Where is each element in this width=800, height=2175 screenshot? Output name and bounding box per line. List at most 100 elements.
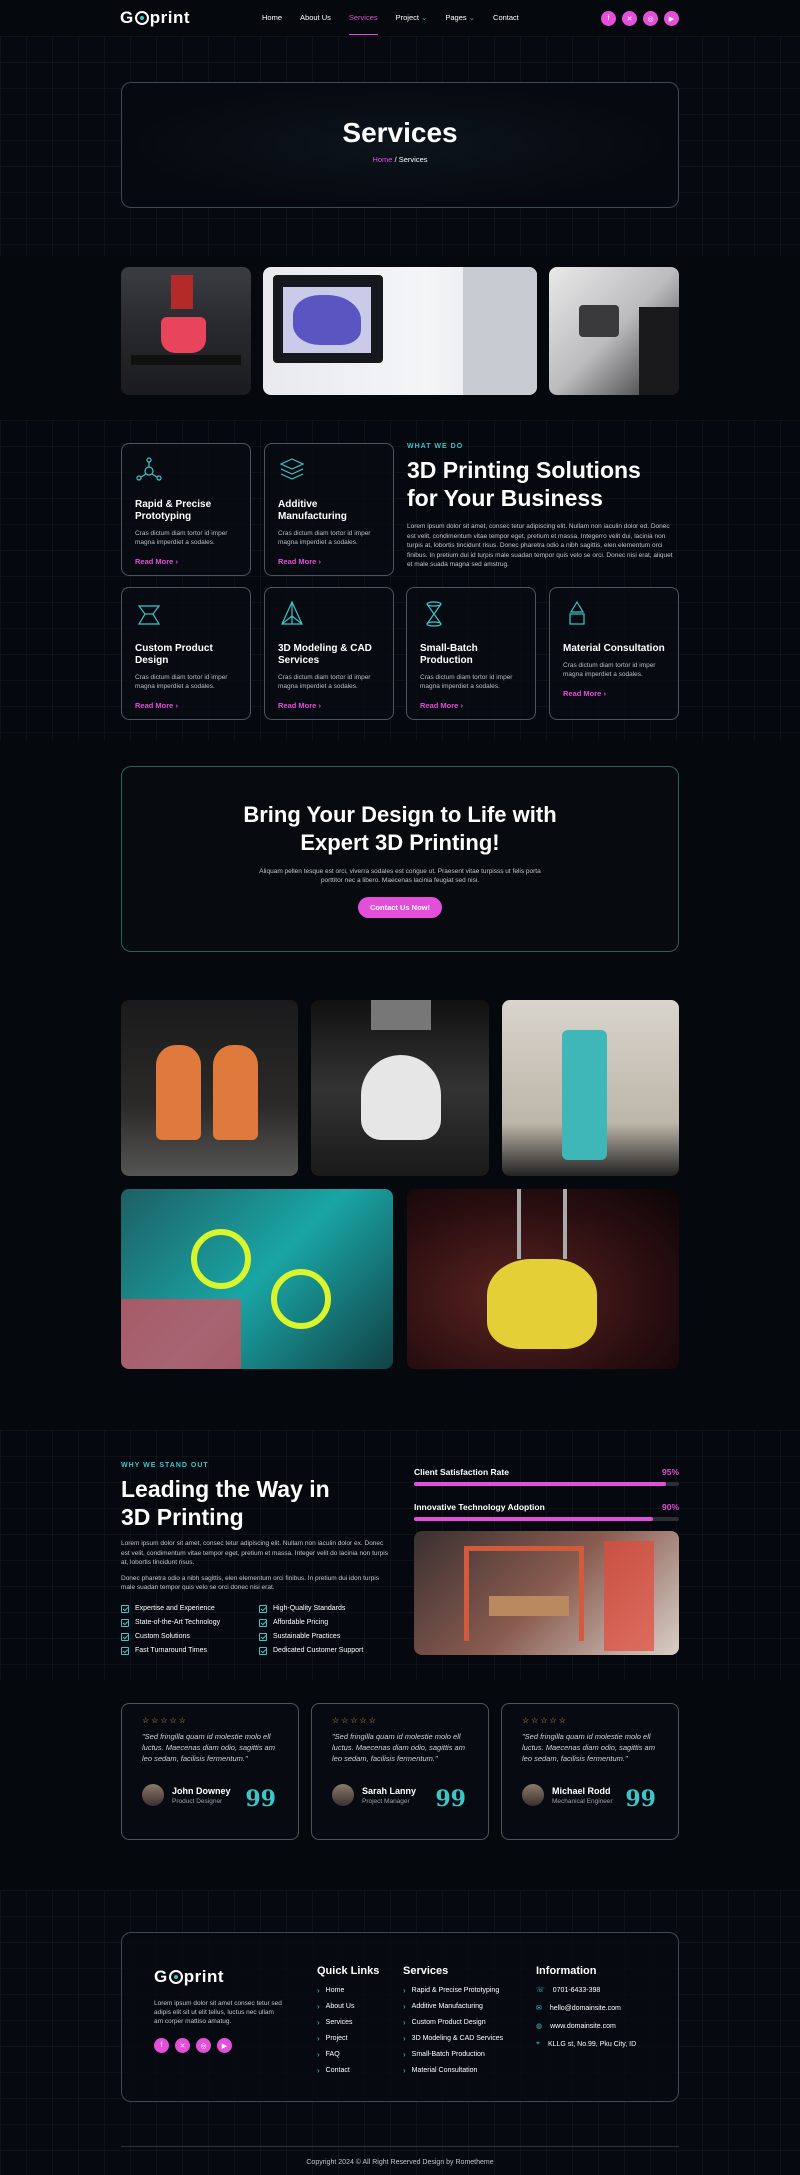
contact-us-button[interactable]: Contact Us Now!: [358, 897, 442, 918]
service-card-material[interactable]: Material Consultation Cras dictum diam t…: [549, 587, 679, 720]
footer-link[interactable]: Home: [317, 1986, 379, 1995]
nav-about[interactable]: About Us: [300, 13, 331, 35]
nav-services[interactable]: Services: [348, 13, 378, 35]
nav-home[interactable]: Home: [262, 13, 282, 35]
gallery-vase-image[interactable]: [502, 1000, 679, 1176]
rating-stars-icon: ☆☆☆☆☆: [332, 1716, 378, 1725]
title-line: Expert 3D Printing!: [300, 830, 500, 855]
nav-project[interactable]: Project ⌄: [396, 13, 428, 35]
service-card-prototyping[interactable]: Rapid & Precise Prototyping Cras dictum …: [121, 443, 251, 576]
email-text: hello@domainsite.com: [549, 2004, 621, 2012]
breadcrumb: Home / Services: [122, 155, 678, 164]
body-line: Aliquam pellen tesque est orci, viverra …: [259, 868, 541, 875]
feature-item: Dedicated Customer Support: [259, 1646, 364, 1655]
info-email[interactable]: ✉ hello@domainsite.com: [536, 2004, 636, 2013]
footer-link[interactable]: Contact: [317, 2066, 379, 2075]
feature-item: Sustainable Practices: [259, 1632, 363, 1641]
facebook-icon[interactable]: f: [154, 2038, 169, 2053]
info-website[interactable]: ◍ www.domainsite.com: [536, 2022, 636, 2031]
cube-outline-icon: [137, 605, 161, 625]
nav-pages-label: Pages: [445, 13, 467, 22]
testimonial-quote: "Sed fringilla quam id molestie molo ell…: [332, 1732, 465, 1763]
youtube-icon[interactable]: ▶: [664, 11, 679, 26]
footer-link[interactable]: Additive Manufacturing: [403, 2002, 503, 2011]
feature-label: Custom Solutions: [135, 1633, 190, 1640]
footer-link[interactable]: Custom Product Design: [403, 2018, 503, 2027]
nav-contact[interactable]: Contact: [493, 13, 519, 35]
gallery-yellow-print-image[interactable]: [407, 1189, 679, 1369]
footer-link[interactable]: Material Consultation: [403, 2066, 503, 2075]
read-more-label: Read More: [420, 701, 459, 710]
read-more-label: Read More: [563, 689, 602, 698]
service-card-additive[interactable]: Additive Manufacturing Cras dictum diam …: [264, 443, 394, 576]
service-desc: Cras dictum diam tortor id imper magna i…: [135, 674, 228, 690]
gallery-skull-image[interactable]: [311, 1000, 489, 1176]
main-nav: Home About Us Services Project ⌄ Pages ⌄…: [262, 13, 537, 35]
footer-logo[interactable]: G print: [154, 1967, 284, 1987]
footer-link[interactable]: About Us: [317, 2002, 379, 2011]
features-col-right: High-Quality Standards Affordable Pricin…: [259, 1604, 364, 1661]
hands-printer-image: [549, 267, 679, 395]
testimonial-quote: "Sed fringilla quam id molestie molo ell…: [142, 1732, 275, 1763]
x-twitter-icon[interactable]: ✕: [175, 2038, 190, 2053]
feature-label: High-Quality Standards: [273, 1605, 346, 1612]
service-card-batch[interactable]: Small-Batch Production Cras dictum diam …: [406, 587, 536, 720]
section-title: Leading the Way in 3D Printing: [121, 1475, 391, 1531]
read-more-label: Read More: [135, 557, 174, 566]
read-more-link[interactable]: Read More ›: [278, 701, 380, 710]
shapes-icon: [569, 600, 585, 625]
info-address: ⌖ KLLG st, No.99, Pku City, ID: [536, 2040, 636, 2048]
instagram-icon[interactable]: ◎: [643, 11, 658, 26]
rating-stars-icon: ☆☆☆☆☆: [142, 1716, 188, 1725]
footer-socials: f ✕ ◎ ▶: [154, 2038, 284, 2053]
progress-track: [414, 1517, 679, 1521]
progress-value: 95%: [661, 1467, 679, 1477]
section-body: Lorem ipsum dolor sit amet, consec tetur…: [407, 523, 673, 568]
page: G print Home About Us Services Project ⌄…: [0, 0, 800, 2175]
page-title: Services: [342, 117, 458, 148]
feature-item: Custom Solutions: [121, 1632, 259, 1641]
read-more-link[interactable]: Read More ›: [135, 701, 237, 710]
facebook-icon[interactable]: f: [601, 11, 616, 26]
info-phone[interactable]: ☏ 0701-6433-398: [536, 1986, 636, 1995]
breadcrumb-home[interactable]: Home: [372, 155, 392, 164]
logo-letter: G: [120, 8, 134, 27]
progress-header: Innovative Technology Adoption 90%: [414, 1502, 679, 1512]
footer-link[interactable]: Rapid & Precise Prototyping: [403, 1986, 503, 1995]
footer-link[interactable]: Services: [317, 2018, 379, 2027]
footer-link[interactable]: 3D Modeling & CAD Services: [403, 2034, 503, 2043]
gallery-owls-image[interactable]: [121, 1000, 298, 1176]
read-more-link[interactable]: Read More ›: [278, 557, 380, 566]
nav-pages[interactable]: Pages ⌄: [445, 13, 475, 35]
read-more-link[interactable]: Read More ›: [563, 689, 665, 698]
read-more-link[interactable]: Read More ›: [135, 557, 237, 566]
feature-label: Dedicated Customer Support: [273, 1647, 364, 1654]
read-more-label: Read More: [278, 701, 317, 710]
x-twitter-icon[interactable]: ✕: [622, 11, 637, 26]
footer-link[interactable]: Small-Batch Production: [403, 2050, 503, 2059]
footer-link[interactable]: Project: [317, 2034, 379, 2043]
service-card-design[interactable]: Custom Product Design Cras dictum diam t…: [121, 587, 251, 720]
gallery-drone-image[interactable]: [121, 1189, 393, 1369]
hourglass-icon: [426, 601, 442, 627]
avatar: [332, 1784, 354, 1806]
testimonial-quote: "Sed fringilla quam id molestie molo ell…: [522, 1732, 655, 1763]
title-line: 3D Printing: [121, 1504, 244, 1530]
standout-block: WHY WE STAND OUT Leading the Way in 3D P…: [121, 1462, 391, 1661]
check-icon: [259, 1604, 267, 1613]
footer-link[interactable]: FAQ: [317, 2050, 379, 2059]
service-desc: Cras dictum diam tortor id imper magna i…: [135, 530, 228, 546]
instagram-icon[interactable]: ◎: [196, 2038, 211, 2053]
title-line: for Your Business: [407, 485, 603, 511]
footer-about: Lorem ipsum dolor sit amet consec tetur …: [154, 2000, 282, 2025]
services-bg: [0, 420, 800, 740]
service-title: Additive Manufacturing: [278, 499, 347, 522]
section-body: Donec pharetra odio a nibh sagittis, ele…: [121, 1574, 379, 1592]
read-more-link[interactable]: Read More ›: [420, 701, 522, 710]
chevron-right-icon: ›: [175, 701, 178, 710]
youtube-icon[interactable]: ▶: [217, 2038, 232, 2053]
service-card-modeling[interactable]: 3D Modeling & CAD Services Cras dictum d…: [264, 587, 394, 720]
site-logo[interactable]: G print: [120, 8, 190, 28]
author-name: Sarah Lanny: [362, 1785, 417, 1796]
website-text: www.domainsite.com: [550, 2022, 616, 2030]
